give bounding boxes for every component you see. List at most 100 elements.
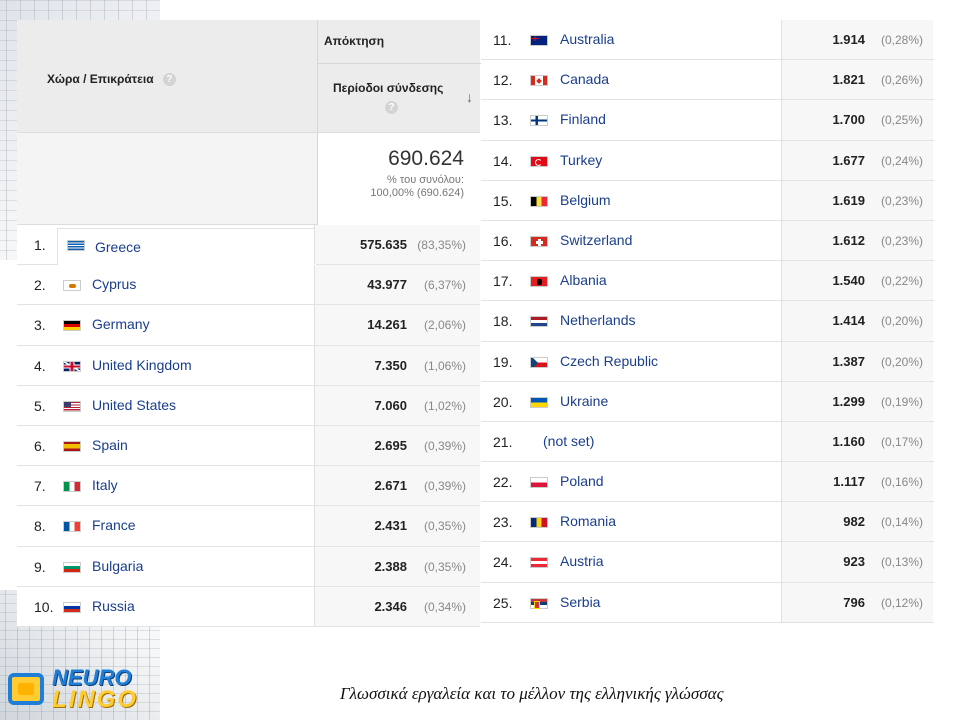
sessions-percent: (0,39%)	[423, 479, 466, 494]
country-link[interactable]: Spain	[92, 437, 128, 453]
flag-fi-icon	[530, 115, 548, 127]
sessions-cell: 796 (0,12%)	[781, 582, 933, 622]
sessions-cell: 1.700 (0,25%)	[781, 100, 933, 140]
neurolingo-logo: NEURO LINGO	[6, 663, 156, 713]
countries-table-left: Χώρα / Επικράτεια ? Απόκτηση Περίοδοι σύ…	[17, 20, 481, 627]
flag-pl-icon	[530, 477, 548, 489]
row-rank: 3.	[34, 317, 46, 334]
total-percent-value: 100,00% (690.624)	[370, 187, 464, 199]
right-rows: 11. Australia 1.914 (0,28%) 12. Canada 1.821 (0…	[481, 20, 934, 623]
country-link[interactable]: Romania	[560, 513, 616, 529]
sessions-value: 1.540	[832, 273, 865, 289]
sessions-value: 575.635	[360, 237, 407, 252]
sessions-value: 1.619	[832, 192, 865, 208]
country-link[interactable]: Serbia	[560, 594, 600, 610]
row-rank: 24.	[493, 554, 513, 571]
sessions-percent: (0,16%)	[880, 475, 923, 490]
sessions-value: 7.060	[374, 397, 407, 413]
sessions-value: 796	[843, 594, 865, 610]
country-link[interactable]: Albania	[560, 272, 607, 288]
sessions-percent: (0,20%)	[880, 314, 923, 329]
country-link[interactable]: Poland	[560, 473, 604, 489]
sessions-percent: (0,20%)	[880, 354, 923, 369]
country-link[interactable]: Turkey	[560, 152, 602, 168]
table-row: 9. Bulgaria 2.388 (0,35%)	[17, 546, 480, 587]
country-link[interactable]: (not set)	[543, 433, 594, 449]
row-rank: 12.	[493, 72, 513, 89]
table-row: 3. Germany 14.261 (2,06%)	[17, 305, 480, 346]
country-link[interactable]: Germany	[92, 316, 150, 332]
sessions-cell: 1.914 (0,28%)	[781, 20, 933, 60]
sessions-cell: 1.387 (0,20%)	[781, 341, 933, 381]
sessions-cell: 2.695 (0,39%)	[314, 425, 480, 466]
country-column-header[interactable]: Χώρα / Επικράτεια ?	[17, 20, 317, 133]
flag-us-icon	[63, 400, 81, 412]
sessions-cell: 1.117 (0,16%)	[781, 462, 933, 502]
table-row: 25. Serbia 796 (0,12%)	[481, 582, 934, 623]
country-link[interactable]: Australia	[560, 31, 614, 47]
country-link[interactable]: United States	[92, 397, 176, 413]
sessions-cell: 923 (0,13%)	[781, 542, 933, 582]
country-link[interactable]: Belgium	[560, 192, 611, 208]
sessions-percent: (0,39%)	[423, 438, 466, 453]
sessions-cell: 1.619 (0,23%)	[781, 180, 933, 220]
flag-cz-icon	[530, 356, 548, 368]
country-link[interactable]: Russia	[92, 598, 135, 614]
country-link[interactable]: Switzerland	[560, 232, 632, 248]
help-icon[interactable]: ?	[385, 101, 398, 114]
table-row: 8. France 2.431 (0,35%)	[17, 506, 480, 547]
sessions-percent: (0,35%)	[423, 559, 466, 574]
country-link[interactable]: Greece	[95, 239, 141, 255]
sessions-value: 1.117	[833, 474, 865, 490]
country-link[interactable]: Austria	[560, 553, 604, 569]
flag-al-icon	[530, 276, 548, 288]
flag-ch-icon	[530, 235, 548, 247]
sessions-cell: 7.350 (1,06%)	[314, 345, 480, 385]
help-icon[interactable]: ?	[162, 73, 176, 87]
sessions-cell: 982 (0,14%)	[781, 502, 933, 542]
country-link[interactable]: Finland	[560, 111, 606, 127]
table-row: 17. Albania 1.540 (0,22%)	[481, 261, 934, 302]
table-row: 21. (not set) 1.160 (0,17%)	[481, 421, 934, 463]
sessions-value: 1.700	[832, 112, 865, 128]
country-link[interactable]: France	[92, 517, 136, 533]
flag-tr-icon	[530, 155, 548, 167]
sessions-cell: 2.388 (0,35%)	[314, 546, 480, 586]
sessions-cell: 1.677 (0,24%)	[781, 140, 933, 180]
sessions-cell: 14.261 (2,06%)	[314, 305, 480, 345]
sessions-percent: (2,06%)	[423, 318, 466, 333]
flag-it-icon	[63, 481, 81, 493]
country-link[interactable]: Canada	[560, 71, 609, 87]
footer-caption: Γλωσσικά εργαλεία και το μέλλον της ελλη…	[340, 684, 724, 703]
country-link[interactable]: Czech Republic	[560, 353, 658, 369]
flag-rs-icon	[530, 597, 548, 609]
row-rank: 8.	[34, 518, 46, 535]
sessions-percent: (0,19%)	[880, 394, 923, 409]
country-link[interactable]: United Kingdom	[92, 357, 192, 373]
flag-nl-icon	[530, 316, 548, 328]
table-header: Χώρα / Επικράτεια ? Απόκτηση Περίοδοι σύ…	[17, 20, 481, 133]
country-link[interactable]: Italy	[92, 477, 118, 493]
country-link[interactable]: Netherlands	[560, 312, 636, 328]
country-link[interactable]: Bulgaria	[92, 558, 143, 574]
table-row: 22. Poland 1.117 (0,16%)	[481, 462, 934, 503]
sessions-value: 43.977	[367, 277, 407, 293]
flag-de-icon	[63, 320, 81, 332]
table-row: 23. Romania 982 (0,14%)	[481, 502, 934, 543]
sessions-value: 2.388	[374, 558, 407, 574]
sessions-value: 2.346	[374, 598, 407, 614]
sessions-column-header[interactable]: Περίοδοι σύνδεσης ? ↓	[318, 63, 481, 133]
sessions-percent: (0,28%)	[880, 33, 923, 47]
row-rank: 21.	[493, 433, 513, 450]
country-link[interactable]: Cyprus	[92, 276, 136, 292]
sessions-percent: (0,13%)	[880, 555, 923, 570]
sessions-value: 14.261	[367, 317, 407, 333]
sessions-value: 1.299	[832, 393, 865, 409]
sort-descending-icon[interactable]: ↓	[466, 89, 473, 105]
country-link[interactable]: Ukraine	[560, 393, 608, 409]
sessions-cell: 7.060 (1,02%)	[314, 385, 480, 425]
row-rank: 19.	[493, 353, 513, 370]
sessions-value: 2.671	[374, 478, 407, 494]
sessions-cell: 1.160 (0,17%)	[781, 421, 933, 462]
total-sessions-value: 690.624	[388, 147, 464, 170]
